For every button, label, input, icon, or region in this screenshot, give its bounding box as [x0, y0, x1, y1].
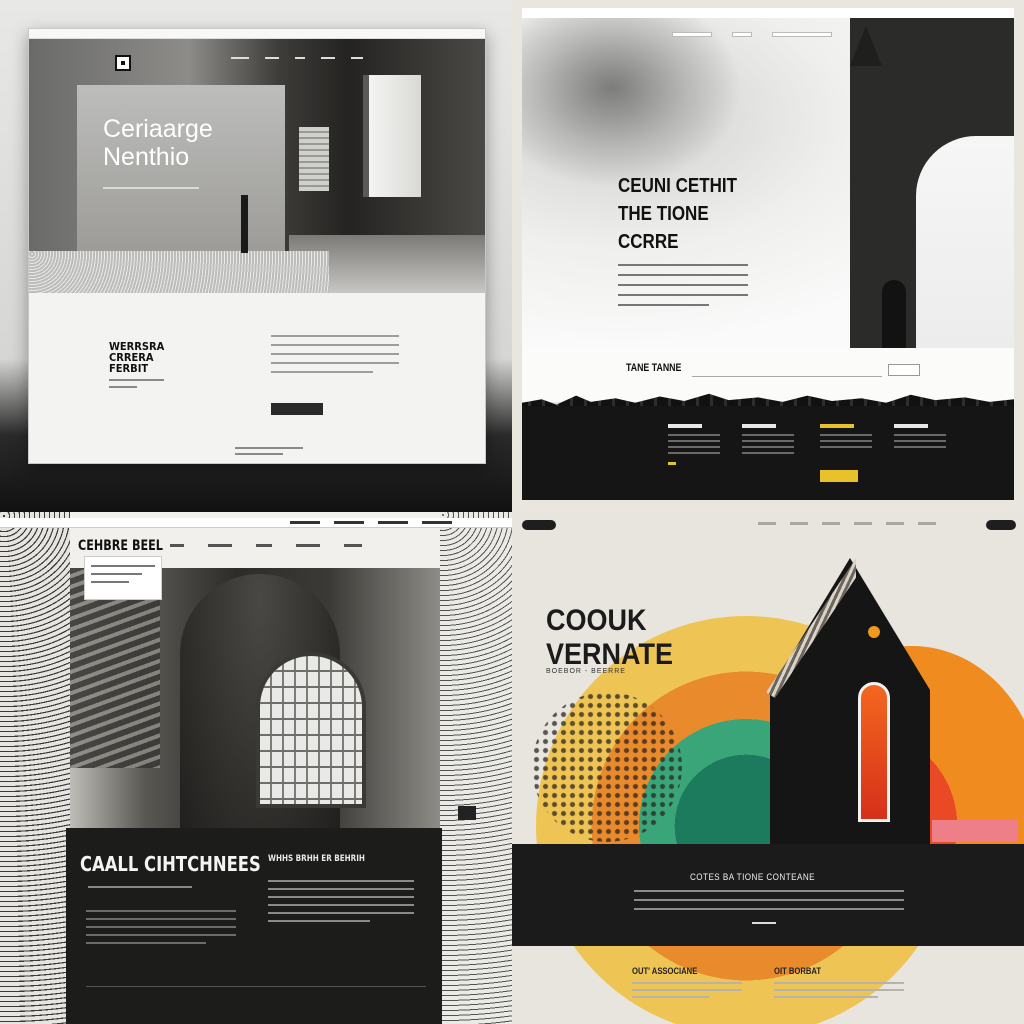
nav-item[interactable]	[170, 544, 184, 547]
content-title: CAALL CIHTCHNEES	[80, 852, 261, 876]
footer-left-title: OUT' ASSOCIANE	[632, 966, 698, 976]
nav-item[interactable]	[790, 522, 808, 525]
gothic-window-image	[256, 652, 366, 808]
hero-title: CEUNI CETHIT THE TIONE CCRRE	[618, 175, 737, 253]
footer-column	[820, 424, 872, 448]
gothic-tower-site-mockup: CEUNI CETHIT THE TIONE CCRRE TANE TANNE	[512, 0, 1024, 512]
hero-body-lines	[618, 264, 748, 306]
column-body-lines	[268, 880, 414, 922]
tower-arch-image	[916, 136, 1014, 348]
nav-item[interactable]	[295, 57, 305, 59]
utility-link[interactable]	[290, 521, 320, 524]
main-nav	[672, 32, 832, 37]
band-label: TANE TANNE	[626, 362, 682, 374]
utility-nav	[290, 521, 452, 524]
hero-subtitle-lines	[103, 187, 199, 189]
footer-divider	[86, 986, 426, 987]
footer-lines	[235, 447, 303, 455]
utility-link[interactable]	[422, 521, 452, 524]
browser-top-bar	[522, 8, 1014, 18]
browser-top-bar	[29, 29, 485, 39]
nav-item[interactable]	[351, 57, 363, 59]
bright-window-image	[363, 75, 421, 197]
menu-pill-button[interactable]	[986, 520, 1016, 530]
nav-item[interactable]	[256, 544, 272, 547]
utility-link[interactable]	[334, 521, 364, 524]
hero-subtitle: BOEBOR - BEERRE	[546, 668, 626, 675]
grain-texture	[0, 512, 70, 1024]
concrete-site-mockup: Ceriaarge Nenthio WERRSRA CRRERA FERBIT	[0, 0, 512, 512]
post-image	[241, 195, 248, 253]
content-body-lines	[86, 910, 236, 944]
browser-frame: Ceriaarge Nenthio WERRSRA CRRERA FERBIT	[28, 28, 486, 464]
nav-item[interactable]	[296, 544, 320, 547]
nav-item[interactable]	[822, 522, 840, 525]
nav-item[interactable]	[886, 522, 904, 525]
church-silhouette	[770, 558, 930, 858]
small-window-image	[299, 127, 329, 191]
nav-item[interactable]	[344, 544, 362, 547]
footer-column	[894, 424, 946, 448]
nav-item[interactable]	[672, 32, 712, 37]
section-body-lines	[271, 335, 399, 373]
band-divider	[692, 376, 882, 377]
rainbow-church-site-mockup: COOUK VERNATE BOEBOR - BEERRE COTES BA T…	[512, 512, 1024, 1024]
round-window	[868, 626, 880, 638]
content-subtitle-lines	[88, 886, 192, 888]
sky-hero-image	[522, 18, 1014, 348]
tree-splatter-graphic	[532, 692, 682, 842]
footer	[522, 406, 1014, 500]
spire-image	[850, 26, 882, 66]
tower-door-image	[882, 280, 906, 348]
nav-item[interactable]	[321, 57, 335, 59]
nav-item[interactable]	[918, 522, 936, 525]
section-title: WERRSRA CRRERA FERBIT	[109, 340, 165, 375]
side-tab[interactable]	[458, 806, 476, 820]
footer-right-lines	[774, 982, 904, 998]
column-title: WHHS BRHH ER BEHRIH	[268, 854, 365, 864]
gravel-ground-image	[29, 251, 329, 293]
main-nav	[758, 522, 936, 525]
main-nav	[231, 57, 363, 59]
cathedral-site-mockup: CEHBRE BEEL CAALL CIHTCHNEES WHHS BRHH E…	[0, 512, 512, 1024]
footer-button[interactable]	[820, 470, 858, 482]
band-link[interactable]	[752, 922, 776, 924]
hero-section: Ceriaarge Nenthio	[29, 39, 485, 293]
pink-stripe-graphic	[932, 820, 1018, 842]
footer-column	[742, 424, 794, 454]
main-nav	[170, 544, 362, 547]
utility-link[interactable]	[378, 521, 408, 524]
footer-column	[668, 424, 720, 465]
logo[interactable]	[115, 55, 131, 71]
search-band	[522, 348, 1014, 402]
nav-item[interactable]	[758, 522, 776, 525]
footer-right-title: OIT BORBAT	[774, 966, 822, 976]
cathedral-photo	[70, 568, 440, 838]
logo-pill[interactable]	[522, 520, 556, 530]
brand-tagline-box	[84, 556, 162, 600]
grain-texture	[440, 512, 512, 1024]
band-title: COTES BA TIONE CONTEANE	[690, 872, 815, 882]
hero-title: Ceriaarge Nenthio	[103, 115, 213, 171]
hero-title: COOUK VERNATE	[546, 604, 674, 671]
nav-item[interactable]	[772, 32, 832, 37]
nav-item[interactable]	[208, 544, 232, 547]
footer-left-lines	[632, 982, 742, 998]
brand-name[interactable]: CEHBRE BEEL	[78, 538, 163, 554]
nav-item[interactable]	[854, 522, 872, 525]
nav-item[interactable]	[231, 57, 249, 59]
nav-item[interactable]	[732, 32, 752, 37]
band-button[interactable]	[888, 364, 920, 376]
band-body-lines	[634, 890, 904, 910]
nav-item[interactable]	[265, 57, 279, 59]
section-meta-lines	[109, 379, 201, 388]
arched-window	[858, 682, 890, 822]
cta-button[interactable]	[271, 403, 323, 415]
